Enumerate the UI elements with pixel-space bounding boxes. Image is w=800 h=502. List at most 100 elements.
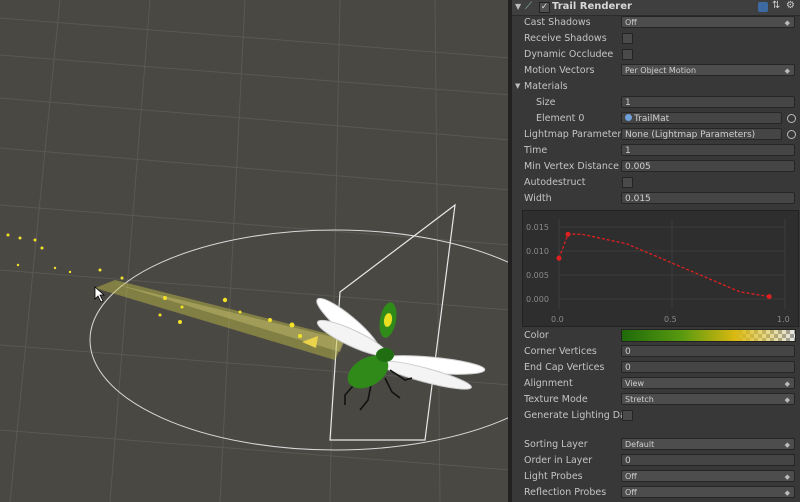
- foldout-arrow-icon[interactable]: ▼: [515, 2, 521, 11]
- end-cap-vertices-row: End Cap Vertices 0: [512, 360, 800, 376]
- color-gradient-field[interactable]: [621, 329, 796, 342]
- generate-lighting-data-checkbox[interactable]: [622, 410, 633, 421]
- sorting-layer-label: Sorting Layer: [524, 439, 588, 450]
- texture-mode-row: Texture Mode Stretch ◆: [512, 392, 800, 408]
- dropdown-arrow-icon: ◆: [784, 19, 790, 27]
- light-probes-label: Light Probes: [524, 471, 583, 482]
- reflection-probes-row: Reflection Probes Off ◆: [512, 485, 800, 501]
- scene-grid: [0, 0, 510, 502]
- motion-vectors-label: Motion Vectors: [524, 65, 595, 76]
- alignment-row: Alignment View ◆: [512, 376, 800, 392]
- component-header[interactable]: ▼ ⟋ ✓ Trail Renderer ⇅ ⚙: [512, 0, 800, 16]
- curve-x-tick-label: 0.5: [664, 315, 677, 324]
- order-in-layer-row: Order in Layer 0: [512, 453, 800, 469]
- order-in-layer-input[interactable]: 0: [621, 454, 795, 466]
- texture-mode-dropdown[interactable]: Stretch ◆: [621, 393, 795, 405]
- object-picker-icon[interactable]: [787, 114, 796, 123]
- dynamic-occludee-checkbox[interactable]: [622, 49, 633, 60]
- curve-keyframe[interactable]: [766, 294, 772, 300]
- curve-keyframe[interactable]: [556, 255, 562, 261]
- inspector-panel: ▼ ⟋ ✓ Trail Renderer ⇅ ⚙ Cast Shadows Of…: [512, 0, 800, 502]
- receive-shadows-label: Receive Shadows: [524, 33, 607, 44]
- alignment-label: Alignment: [524, 378, 573, 389]
- settings-cog-icon[interactable]: ⇅: [772, 0, 780, 11]
- cast-shadows-dropdown[interactable]: Off ◆: [621, 16, 795, 28]
- time-input[interactable]: 1: [621, 144, 795, 156]
- firefly-head: [376, 348, 394, 362]
- min-vertex-distance-input[interactable]: 0.005: [621, 160, 795, 172]
- dropdown-arrow-icon: ◆: [784, 67, 790, 75]
- enabled-checkbox[interactable]: ✓: [539, 2, 550, 13]
- end-cap-vertices-input[interactable]: 0: [621, 361, 795, 373]
- curve-keyframe[interactable]: [565, 231, 571, 237]
- materials-row[interactable]: ▼ Materials: [512, 79, 800, 95]
- size-label: Size: [536, 97, 556, 108]
- light-probes-row: Light Probes Off ◆: [512, 469, 800, 485]
- alignment-value: View: [625, 379, 644, 388]
- dropdown-arrow-icon: ◆: [784, 473, 790, 481]
- motion-vectors-row: Motion Vectors Per Object Motion ◆: [512, 63, 800, 79]
- trail-component-icon: ⟋: [525, 1, 532, 12]
- dynamic-occludee-row: Dynamic Occludee: [512, 47, 800, 63]
- curve-y-tick-label: 0.005: [526, 271, 549, 280]
- reflection-probes-label: Reflection Probes: [524, 487, 607, 498]
- size-row: Size 1: [512, 95, 800, 111]
- lightmap-parameters-label: Lightmap Parameters: [524, 129, 627, 140]
- reflection-probes-dropdown[interactable]: Off ◆: [621, 486, 795, 498]
- receive-shadows-checkbox[interactable]: [622, 33, 633, 44]
- width-input[interactable]: 0.015: [621, 192, 795, 204]
- generate-lighting-data-label: Generate Lighting Dat: [524, 410, 630, 421]
- dropdown-arrow-icon: ◆: [784, 489, 790, 497]
- color-label: Color: [524, 330, 549, 341]
- curve-y-tick-label: 0.010: [526, 247, 549, 256]
- sorting-layer-dropdown[interactable]: Default ◆: [621, 438, 795, 450]
- object-picker-icon[interactable]: [787, 130, 796, 139]
- autodestruct-checkbox[interactable]: [622, 177, 633, 188]
- dropdown-arrow-icon: ◆: [784, 380, 790, 388]
- size-input[interactable]: 1: [621, 96, 795, 108]
- curve-y-tick-label: 0.015: [526, 223, 549, 232]
- motion-vectors-dropdown[interactable]: Per Object Motion ◆: [621, 64, 795, 76]
- width-row: Width 0.015: [512, 191, 800, 207]
- curve-y-tick-label: 0.000: [526, 295, 549, 304]
- component-title: Trail Renderer: [552, 1, 632, 12]
- corner-vertices-row: Corner Vertices 0: [512, 344, 800, 360]
- sorting-layer-value: Default: [625, 440, 655, 449]
- element0-object-field[interactable]: TrailMat: [621, 112, 782, 124]
- materials-foldout-icon[interactable]: ▼: [515, 82, 520, 90]
- end-cap-vertices-label: End Cap Vertices: [524, 362, 605, 373]
- curve-x-tick-label: 0.0: [551, 315, 564, 324]
- cast-shadows-row: Cast Shadows Off ◆: [512, 15, 800, 31]
- dropdown-arrow-icon: ◆: [784, 441, 790, 449]
- lightmap-parameters-field[interactable]: None (Lightmap Parameters): [621, 128, 782, 140]
- texture-mode-value: Stretch: [625, 395, 654, 404]
- corner-vertices-label: Corner Vertices: [524, 346, 597, 357]
- gear-icon[interactable]: ⚙: [786, 0, 795, 11]
- time-row: Time 1: [512, 143, 800, 159]
- width-curve-editor[interactable]: 0.015 0.010 0.005 0.000 0.0 0.5 1.0: [522, 210, 799, 327]
- cast-shadows-value: Off: [625, 18, 637, 27]
- trail-ribbon: [95, 280, 345, 360]
- min-vertex-distance-label: Min Vertex Distance: [524, 161, 619, 172]
- light-probes-dropdown[interactable]: Off ◆: [621, 470, 795, 482]
- time-label: Time: [524, 145, 548, 156]
- width-label: Width: [524, 193, 552, 204]
- book-icon[interactable]: [758, 2, 768, 12]
- autodestruct-row: Autodestruct: [512, 175, 800, 191]
- material-icon: [625, 114, 632, 121]
- dropdown-arrow-icon: ◆: [784, 396, 790, 404]
- autodestruct-label: Autodestruct: [524, 177, 586, 188]
- alignment-dropdown[interactable]: View ◆: [621, 377, 795, 389]
- motion-vectors-value: Per Object Motion: [625, 66, 697, 75]
- scene-view[interactable]: [0, 0, 510, 502]
- light-probes-value: Off: [625, 472, 637, 481]
- lightmap-parameters-row: Lightmap Parameters None (Lightmap Param…: [512, 127, 800, 143]
- corner-vertices-input[interactable]: 0: [621, 345, 795, 357]
- dynamic-occludee-label: Dynamic Occludee: [524, 49, 614, 60]
- scene-canvas[interactable]: [0, 0, 510, 502]
- texture-mode-label: Texture Mode: [524, 394, 588, 405]
- element0-label: Element 0: [536, 113, 585, 124]
- receive-shadows-row: Receive Shadows: [512, 31, 800, 47]
- sorting-layer-row: Sorting Layer Default ◆: [512, 437, 800, 453]
- width-curve-canvas[interactable]: 0.015 0.010 0.005 0.000 0.0 0.5 1.0: [523, 211, 798, 326]
